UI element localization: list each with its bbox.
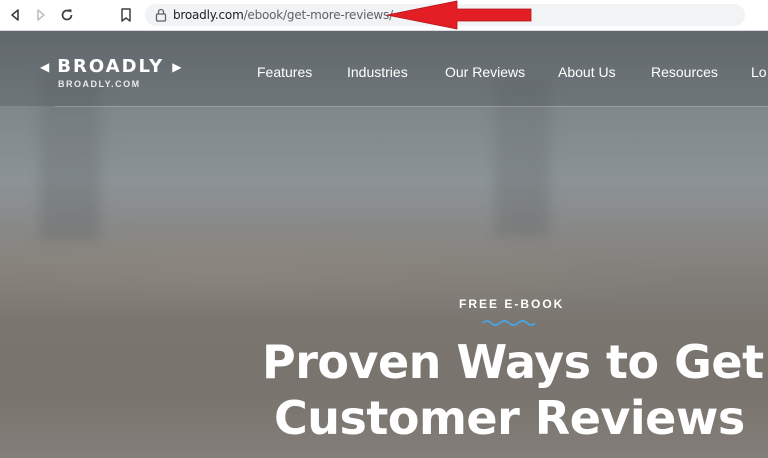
logo-wordmark: BROADLY [57, 56, 165, 77]
browser-toolbar: broadly.com/ebook/get-more-reviews/ [0, 0, 768, 31]
back-icon[interactable] [6, 6, 24, 24]
ebook-eyebrow: FREE E-BOOK [459, 297, 565, 311]
lock-icon [155, 8, 167, 22]
site-logo[interactable]: ◀ BROADLY ▶ BROADLY.COM [40, 56, 182, 90]
logo-subtitle: BROADLY.COM [58, 79, 141, 89]
squiggle-divider-icon [482, 320, 536, 326]
page-title: Proven Ways to Get Customer Reviews [262, 334, 768, 446]
red-arrow-annotation [386, 0, 532, 30]
forward-icon[interactable] [32, 6, 50, 24]
reload-icon[interactable] [58, 6, 76, 24]
nav-our-reviews[interactable]: Our Reviews [445, 64, 525, 80]
nav-features[interactable]: Features [257, 64, 312, 80]
bookmark-icon[interactable] [117, 6, 135, 24]
nav-login[interactable]: Lo [751, 64, 767, 80]
headline-line-2: Customer Reviews [274, 391, 745, 445]
logo-right-chevron-icon: ▶ [172, 60, 182, 74]
nav-resources[interactable]: Resources [651, 64, 718, 80]
hero-section: ◀ BROADLY ▶ BROADLY.COM Features Industr… [0, 31, 768, 458]
headline-line-1: Proven Ways to Get [262, 335, 764, 389]
nav-about-us[interactable]: About Us [558, 64, 616, 80]
url-text: broadly.com/ebook/get-more-reviews/ [173, 8, 393, 22]
nav-industries[interactable]: Industries [347, 64, 408, 80]
logo-left-chevron-icon: ◀ [40, 60, 50, 74]
header-divider [55, 106, 768, 107]
